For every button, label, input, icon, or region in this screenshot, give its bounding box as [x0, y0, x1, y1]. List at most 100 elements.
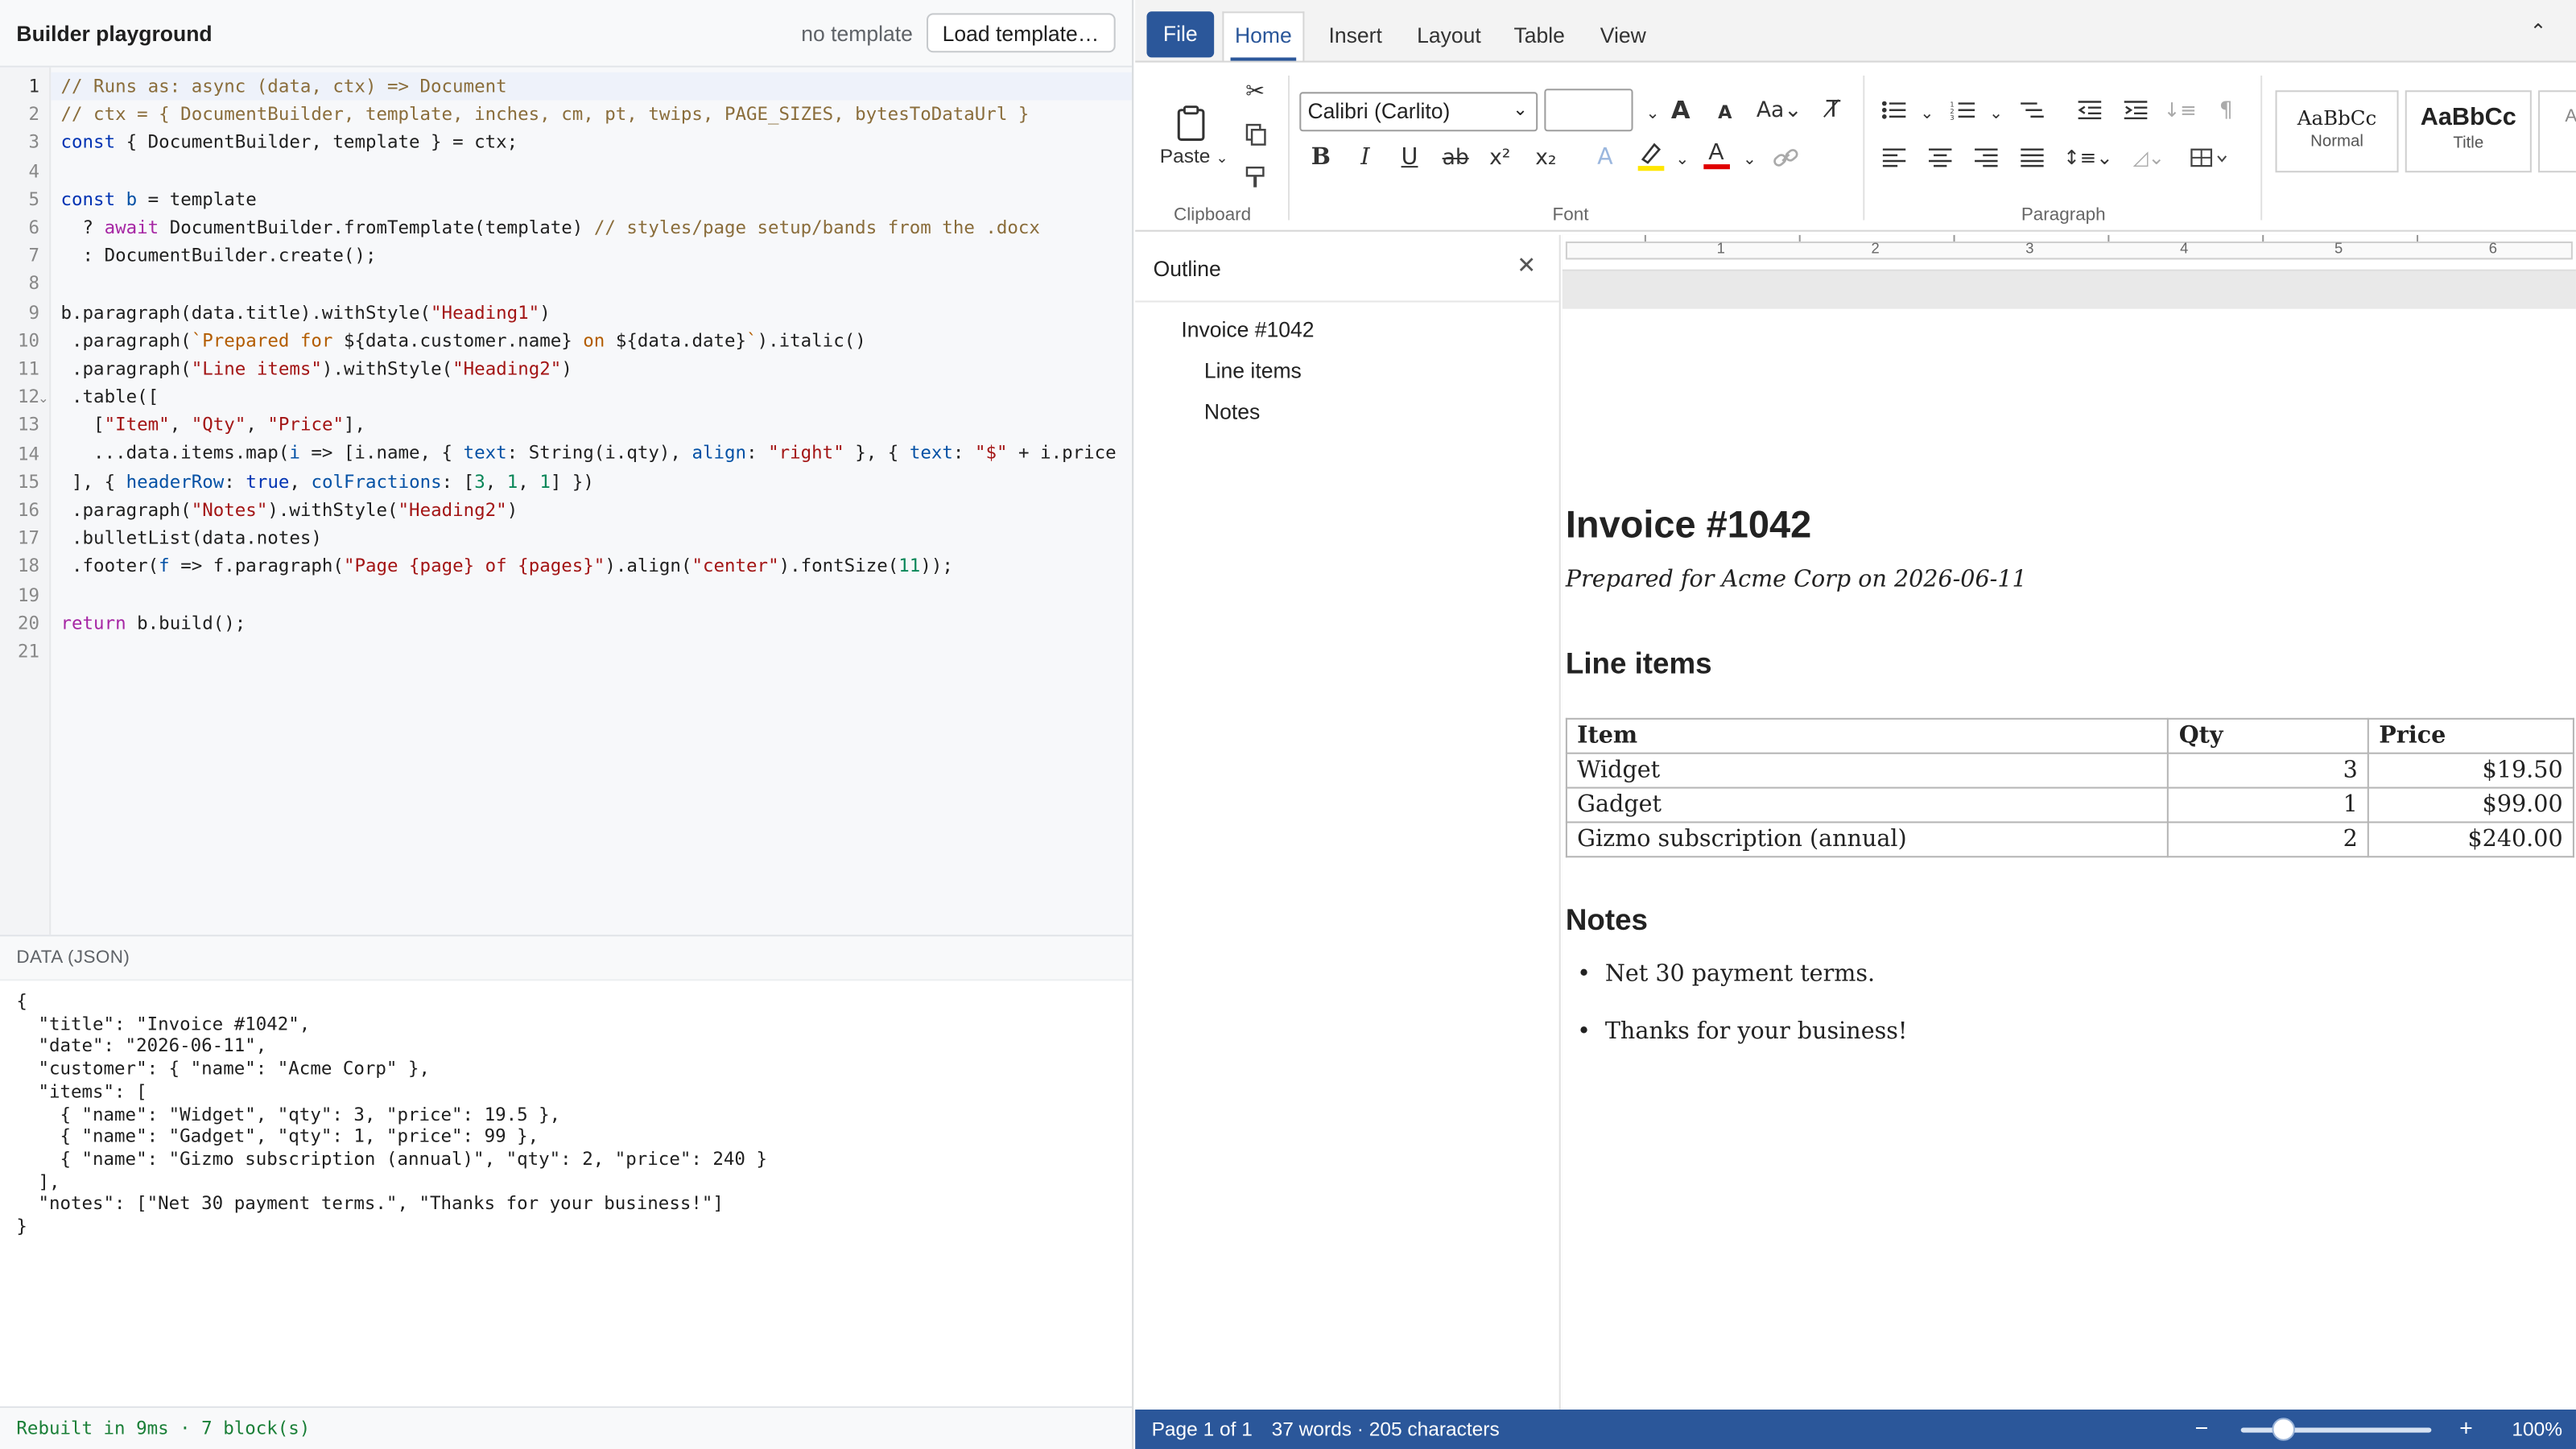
shading-icon[interactable]: ◿⌄: [2126, 139, 2172, 175]
code-line: // ctx = { DocumentBuilder, template, in…: [61, 101, 1133, 129]
ruler-tick: [1644, 234, 1646, 242]
zoom-slider[interactable]: [2240, 1427, 2432, 1433]
justify-icon[interactable]: [2014, 139, 2050, 175]
strikethrough-icon[interactable]: ab: [1438, 139, 1474, 175]
outline-item-line-items[interactable]: Line items: [1204, 358, 1302, 383]
code-editor[interactable]: 1 2 3 4 5 6 7 8 9 10 11 12 13 14 15 16 17 18 19 20 21 ⌄ // R…: [0, 67, 1133, 935]
code-token: const: [60, 188, 116, 210]
sort-icon[interactable]: ↓≡: [2162, 92, 2198, 128]
close-icon[interactable]: ✕: [1517, 253, 1536, 279]
code-token: 1: [506, 470, 518, 493]
cut-icon[interactable]: ✂: [1237, 74, 1274, 110]
format-painter-icon[interactable]: [1237, 159, 1274, 196]
list-item: Net 30 payment terms.: [1566, 958, 1908, 1015]
table-cell: $19.50: [2368, 752, 2574, 789]
tab-layout[interactable]: Layout: [1406, 13, 1492, 59]
code-token: ).italic(): [757, 329, 866, 352]
code-token: "Price": [267, 414, 345, 436]
horizontal-ruler[interactable]: 1 2 3 4 5 6: [1562, 234, 2576, 271]
builder-pane: Builder playground no template Load temp…: [0, 0, 1134, 1449]
align-left-icon[interactable]: [1876, 139, 1913, 175]
borders-icon[interactable]: [2185, 139, 2234, 175]
tab-insert[interactable]: Insert: [1316, 13, 1395, 59]
code-token: = template: [137, 188, 257, 210]
clear-formatting-icon[interactable]: T̸: [1815, 92, 1852, 128]
code-token: "Page {page} of {pages}": [343, 555, 605, 577]
shrink-font-icon[interactable]: A: [1707, 93, 1743, 130]
code-token: "$": [974, 442, 1008, 464]
multilevel-list-icon[interactable]: [2014, 92, 2050, 128]
zoom-slider-thumb[interactable]: [2272, 1418, 2295, 1441]
tab-view[interactable]: View: [1588, 13, 1657, 59]
tab-table[interactable]: Table: [1503, 13, 1575, 59]
paste-icon[interactable]: [1173, 102, 1209, 145]
load-template-button[interactable]: Load template…: [926, 13, 1116, 53]
outline-item-notes[interactable]: Notes: [1204, 399, 1260, 424]
bold-icon[interactable]: B: [1302, 139, 1339, 175]
collapse-ribbon-icon[interactable]: ⌃: [2530, 19, 2547, 43]
zoom-level: 100%: [2512, 1418, 2563, 1441]
subscript-icon[interactable]: x₂: [1528, 139, 1564, 175]
line-number: 15: [17, 471, 39, 493]
link-icon[interactable]: [1768, 139, 1804, 175]
app-title: Builder playground: [16, 20, 213, 46]
line-number: 14: [17, 443, 39, 464]
bullets-icon[interactable]: [1876, 92, 1913, 128]
superscript-icon[interactable]: x²: [1482, 139, 1518, 175]
line-number: 3: [28, 132, 39, 154]
code-token: }, {: [844, 442, 910, 464]
code-token: i: [289, 442, 300, 464]
tab-home[interactable]: Home: [1222, 11, 1305, 61]
copy-icon[interactable]: [1237, 117, 1274, 153]
document-page[interactable]: Invoice #1042 Prepared for Acme Corp on …: [1562, 308, 2576, 1410]
document-title: Invoice #1042: [1565, 502, 1812, 546]
align-center-icon[interactable]: [1922, 139, 1959, 175]
data-json-editor[interactable]: { "title": "Invoice #1042", "date": "202…: [0, 979, 1133, 1406]
style-title[interactable]: AaBbCc Title: [2405, 90, 2532, 173]
table-cell: 1: [2167, 786, 2370, 824]
code-line: const { DocumentBuilder, template } = ct…: [61, 129, 1133, 157]
tab-file[interactable]: File: [1146, 11, 1215, 58]
font-color-dropdown-icon[interactable]: ⌄: [1732, 142, 1768, 178]
code-token: ).align(: [605, 555, 692, 577]
highlight-dropdown-icon[interactable]: ⌄: [1664, 142, 1700, 178]
font-family-select[interactable]: Calibri (Carlito) ⌄: [1299, 92, 1538, 132]
code-line: .paragraph("Line items").withStyle("Head…: [61, 355, 1133, 383]
code-token: ,: [289, 470, 312, 493]
italic-icon[interactable]: I: [1347, 139, 1383, 175]
document-canvas: 123456 Invoice #1042 Prepared for Acme C…: [1562, 234, 2576, 1410]
font-group-label: Font: [1552, 205, 1589, 225]
line-number: 2: [28, 103, 39, 126]
zoom-in-button[interactable]: +: [2459, 1414, 2473, 1441]
code-token: ,: [518, 470, 540, 493]
underline-icon[interactable]: U: [1392, 139, 1428, 175]
font-size-input[interactable]: [1544, 89, 1633, 132]
increase-indent-icon[interactable]: [2118, 92, 2154, 128]
code-token: ));: [920, 555, 953, 577]
paste-button[interactable]: Paste ⌄: [1160, 145, 1228, 168]
change-case-icon[interactable]: Aa⌄: [1755, 92, 1804, 128]
style-normal[interactable]: AaBbCc Normal: [2275, 90, 2399, 173]
code-token: : DocumentBuilder.create();: [60, 245, 377, 266]
line-spacing-icon[interactable]: ↕≡⌄: [2063, 139, 2113, 175]
font-color-icon[interactable]: A: [1699, 136, 1735, 172]
outline-item-invoice[interactable]: Invoice #1042: [1181, 317, 1314, 342]
numbering-dropdown-icon[interactable]: ⌄: [1978, 95, 2014, 131]
align-right-icon[interactable]: [1968, 139, 2004, 175]
style-more[interactable]: A: [2538, 90, 2576, 173]
grow-font-icon[interactable]: A: [1662, 92, 1699, 128]
bullets-dropdown-icon[interactable]: ⌄: [1909, 95, 1945, 131]
code-token: "Heading1": [431, 301, 540, 324]
numbering-icon[interactable]: 123: [1945, 92, 1981, 128]
code-token: "center": [691, 555, 779, 577]
text-effects-icon[interactable]: A: [1587, 139, 1623, 175]
decrease-indent-icon[interactable]: [2071, 92, 2107, 128]
paragraph-group-label: Paragraph: [2021, 205, 2106, 225]
zoom-out-button[interactable]: −: [2195, 1414, 2209, 1441]
show-marks-icon[interactable]: ¶: [2208, 92, 2244, 128]
fold-chevron-icon[interactable]: ⌄: [38, 391, 49, 406]
code-token: :: [952, 442, 975, 464]
